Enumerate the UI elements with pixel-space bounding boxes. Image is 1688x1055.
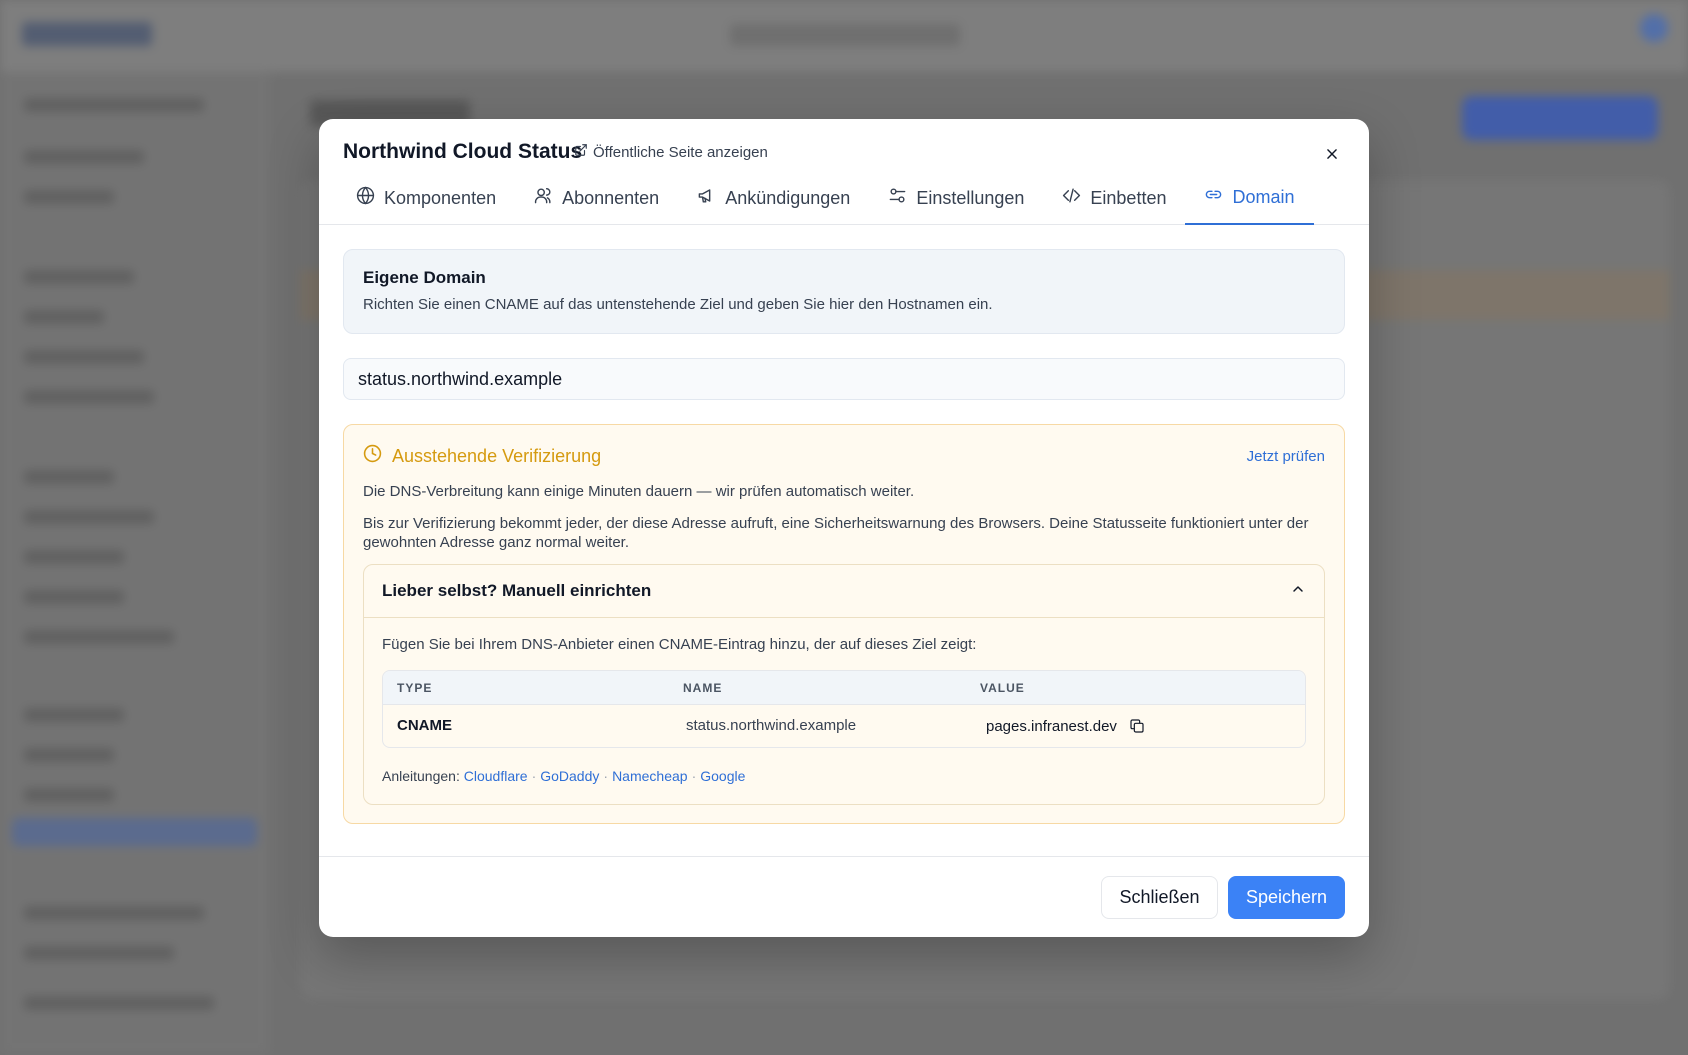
- background-sidebar-row: [24, 190, 114, 204]
- manual-setup-panel: Lieber selbst? Manuell einrichten Fügen …: [363, 564, 1325, 805]
- table-header-row: TYPE NAME VALUE: [383, 671, 1305, 705]
- tab-label: Abonnenten: [562, 187, 660, 208]
- tab-label: Einbetten: [1090, 187, 1167, 208]
- table-row: CNAME status.northwind.example pages.inf…: [383, 705, 1305, 747]
- modal-header: Northwind Cloud Status Öffentliche Seite…: [319, 119, 1369, 225]
- background-sidebar-row: [24, 708, 124, 722]
- code-icon: [1062, 186, 1081, 210]
- tab-einbetten[interactable]: Einbetten: [1043, 171, 1185, 225]
- close-button[interactable]: Schließen: [1101, 876, 1218, 919]
- modal-body: Eigene Domain Richten Sie einen CNAME au…: [319, 225, 1369, 824]
- link-icon: [1204, 185, 1223, 209]
- guides-label: Anleitungen:: [382, 768, 460, 784]
- tab-label: Einstellungen: [916, 187, 1025, 208]
- background-sidebar-row: [24, 748, 114, 762]
- hostname-input[interactable]: [343, 358, 1345, 400]
- manual-setup-instruction: Fügen Sie bei Ihrem DNS-Anbieter einen C…: [382, 636, 977, 653]
- verification-header: Ausstehende Verifizierung Jetzt prüfen: [363, 444, 1325, 468]
- chevron-up-icon: [1290, 581, 1306, 602]
- guide-link-google[interactable]: Google: [700, 768, 745, 784]
- manual-setup-toggle[interactable]: Lieber selbst? Manuell einrichten: [364, 565, 1324, 618]
- guide-link-cloudflare[interactable]: Cloudflare: [464, 768, 528, 784]
- background-sidebar-row: [24, 390, 154, 404]
- guide-link-godaddy[interactable]: GoDaddy: [540, 768, 599, 784]
- background-sidebar-row: [24, 996, 214, 1010]
- column-header-type: TYPE: [397, 680, 433, 695]
- manual-setup-body: Fügen Sie bei Ihrem DNS-Anbieter einen C…: [364, 618, 1324, 804]
- background-logo: [22, 22, 152, 46]
- check-now-link[interactable]: Jetzt prüfen: [1247, 448, 1325, 465]
- modal-title: Northwind Cloud Status: [343, 140, 583, 163]
- background-search: [730, 24, 960, 46]
- background-sidebar-row: [24, 946, 174, 960]
- custom-domain-description: Richten Sie einen CNAME auf das untenste…: [363, 296, 993, 313]
- background-sidebar-row: [24, 550, 124, 564]
- tab-abonnenten[interactable]: Abonnenten: [515, 171, 678, 225]
- guide-link-namecheap[interactable]: Namecheap: [612, 768, 688, 784]
- verification-panel: Ausstehende Verifizierung Jetzt prüfen D…: [343, 424, 1345, 824]
- manual-setup-title: Lieber selbst? Manuell einrichten: [382, 581, 652, 600]
- background-sidebar-row: [24, 350, 144, 364]
- provider-guides: Anleitungen: Cloudflare · GoDaddy · Namechea…: [382, 768, 746, 784]
- background-sidebar-row: [24, 510, 154, 524]
- status-page-modal: Northwind Cloud Status Öffentliche Seite…: [319, 119, 1369, 937]
- tab-label: Komponenten: [384, 187, 497, 208]
- verification-status-label: Ausstehende Verifizierung: [392, 445, 602, 466]
- custom-domain-title: Eigene Domain: [363, 268, 486, 287]
- background-sidebar-active: [12, 818, 257, 846]
- megaphone-icon: [697, 186, 716, 210]
- globe-icon: [356, 186, 375, 210]
- background-primary-button: [1462, 96, 1658, 140]
- record-value: pages.infranest.dev: [986, 717, 1117, 735]
- column-header-name: NAME: [683, 680, 723, 695]
- record-name: status.northwind.example: [686, 717, 857, 734]
- close-icon[interactable]: [1321, 143, 1343, 165]
- propagation-text: Die DNS-Verbreitung kann einige Minuten …: [363, 483, 915, 500]
- background-sidebar-row: [24, 98, 204, 112]
- custom-domain-info: Eigene Domain Richten Sie einen CNAME au…: [343, 249, 1345, 334]
- modal-footer: Schließen Speichern: [319, 856, 1369, 937]
- clock-icon: [363, 444, 382, 468]
- sliders-icon: [888, 186, 907, 210]
- verification-status: Ausstehende Verifizierung: [363, 444, 601, 468]
- record-type: CNAME: [397, 717, 452, 734]
- view-public-page-link[interactable]: Öffentliche Seite anzeigen: [574, 143, 768, 161]
- tab-komponenten[interactable]: Komponenten: [337, 171, 515, 225]
- tab-einstellungen[interactable]: Einstellungen: [869, 171, 1043, 225]
- copy-icon[interactable]: [1123, 718, 1145, 734]
- dns-record-table: TYPE NAME VALUE CNAME status.northwind.e…: [382, 670, 1306, 748]
- background-sidebar-row: [24, 270, 134, 284]
- background-sidebar-row: [24, 906, 204, 920]
- background-sidebar-row: [24, 788, 114, 802]
- users-icon: [534, 186, 553, 210]
- tab-domain[interactable]: Domain: [1185, 171, 1314, 225]
- background-sidebar-row: [24, 470, 114, 484]
- warning-text: Bis zur Verifizierung bekommt jeder, der…: [363, 515, 1309, 551]
- background-sidebar-row: [24, 150, 144, 164]
- background-sidebar-row: [24, 590, 124, 604]
- tab-ankuendigungen[interactable]: Ankündigungen: [678, 171, 869, 225]
- tab-label: Domain: [1232, 186, 1295, 207]
- view-public-page-label: Öffentliche Seite anzeigen: [593, 143, 768, 161]
- background-avatar: [1640, 14, 1668, 42]
- tab-label: Ankündigungen: [725, 187, 851, 208]
- background-sidebar-row: [24, 630, 174, 644]
- save-button[interactable]: Speichern: [1228, 876, 1345, 919]
- modal-tabs: Komponenten Abonnenten Ankündigungen Ein…: [337, 171, 1314, 225]
- column-header-value: VALUE: [980, 680, 1025, 695]
- external-link-icon: [574, 143, 588, 161]
- background-sidebar-row: [24, 310, 104, 324]
